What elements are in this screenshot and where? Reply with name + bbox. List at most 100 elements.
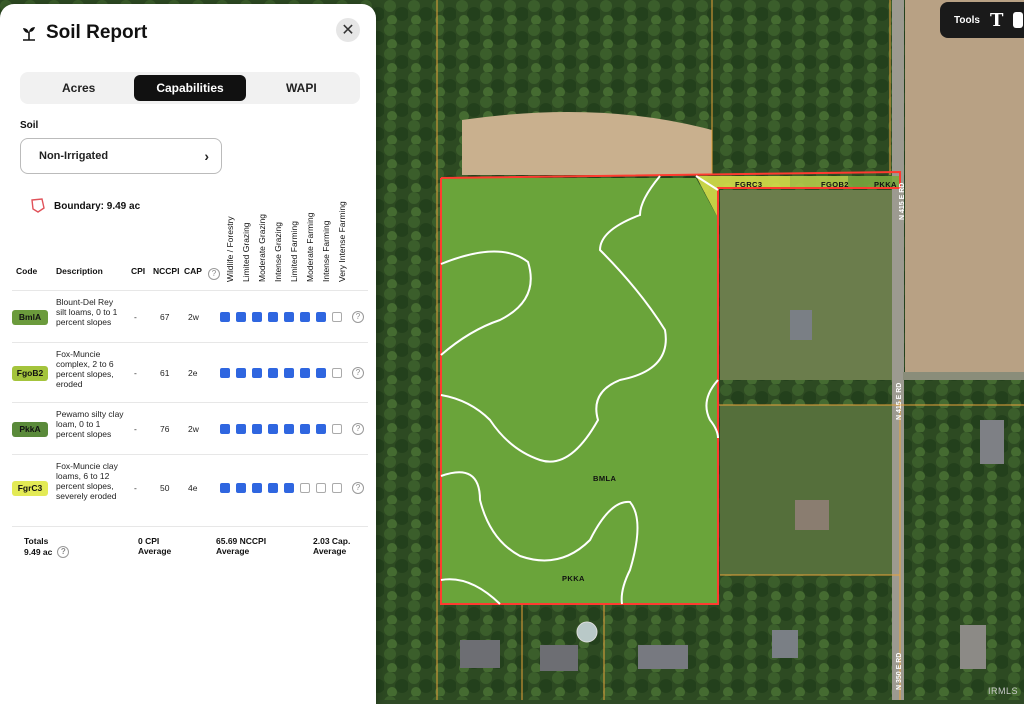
soil-description: Fox-Muncie complex, 2 to 6 percent slope… — [56, 349, 114, 389]
capability-box — [316, 368, 326, 378]
totals-label: Totals 9.49 ac ? — [24, 536, 70, 558]
house — [795, 500, 829, 530]
cell-cap: 4e — [188, 483, 198, 493]
totals-cap-sub: Average — [313, 546, 347, 556]
capability-header: Wildlife / Forestry — [225, 216, 235, 282]
capability-box — [316, 424, 326, 434]
capability-header: Intense Farming — [321, 220, 331, 282]
soil-code-badge: PkkA — [12, 422, 48, 437]
soil-select-value: Non-Irrigated — [39, 150, 109, 162]
col-nccpi: NCCPI — [153, 266, 180, 276]
cell-nccpi: 50 — [160, 483, 170, 493]
panel-header: Soil Report — [20, 22, 147, 44]
row-help-icon[interactable]: ? — [352, 423, 364, 435]
table-row[interactable]: FgoB2 Fox-Muncie complex, 2 to 6 percent … — [12, 342, 368, 403]
row-help-icon[interactable]: ? — [352, 482, 364, 494]
capability-box — [220, 312, 230, 322]
tools-toolbar: Tools T — [940, 2, 1024, 38]
capability-box — [268, 424, 278, 434]
soil-select[interactable]: Non-Irrigated › — [20, 138, 222, 174]
totals-cap: 2.03 Cap. Average — [313, 536, 350, 556]
capability-box — [268, 312, 278, 322]
house — [540, 645, 578, 671]
capability-box — [284, 424, 294, 434]
capability-box — [316, 483, 326, 493]
capability-box — [284, 483, 294, 493]
road-vertical — [892, 0, 904, 700]
totals-cpi: 0 CPI Average — [138, 536, 171, 556]
capability-header: Very Intense Farming — [337, 201, 347, 282]
sprout-icon — [23, 27, 35, 41]
close-button[interactable]: ✕ — [336, 18, 360, 42]
capability-box — [236, 368, 246, 378]
cell-cap: 2w — [188, 312, 199, 322]
row-help-icon[interactable]: ? — [352, 311, 364, 323]
capability-box — [300, 368, 310, 378]
cell-cpi: - — [134, 368, 137, 378]
table-row[interactable]: BmlA Blount-Del Rey silt loams, 0 to 1 pe… — [12, 290, 368, 343]
road-label: N 415 E RD — [899, 183, 906, 220]
totals-divider — [12, 526, 368, 528]
col-description: Description — [56, 266, 103, 276]
house — [790, 310, 812, 340]
road-label: N 350 E RD — [896, 653, 903, 690]
capability-box — [284, 368, 294, 378]
help-tool-icon[interactable] — [1013, 12, 1024, 28]
soil-description: Pewamo silty clay loam, 0 to 1 percent s… — [56, 409, 124, 439]
totals-nccpi-value: 65.69 NCCPI — [216, 536, 267, 546]
soil-code-badge: BmlA — [12, 310, 48, 325]
tab-wapi[interactable]: WAPI — [246, 75, 357, 101]
totals-cpi-value: 0 CPI — [138, 536, 160, 546]
map-label-fgrc3: FGRC3 — [735, 180, 762, 189]
boundary-icon — [31, 198, 45, 213]
boundary-text: Boundary: 9.49 ac — [54, 200, 141, 212]
house — [772, 630, 798, 658]
row-help-icon[interactable]: ? — [352, 367, 364, 379]
soil-description: Fox-Muncie clay loams, 6 to 12 percent s… — [56, 461, 118, 501]
cell-nccpi: 67 — [160, 312, 170, 322]
map-label-pkka-top: PKKA — [874, 180, 897, 189]
yard-area — [720, 190, 900, 380]
capability-box — [236, 483, 246, 493]
pool — [576, 621, 598, 643]
totals-cap-value: 2.03 Cap. — [313, 536, 351, 546]
cell-cap: 2w — [188, 424, 199, 434]
soil-report-panel: Soil Report ✕ Acres Capabilities WAPI So… — [0, 4, 376, 704]
capability-box — [220, 483, 230, 493]
col-code: Code — [16, 266, 38, 276]
cell-cap: 2e — [188, 368, 198, 378]
totals-help-icon[interactable]: ? — [57, 546, 70, 558]
totals-title: Totals — [24, 536, 49, 546]
chevron-right-icon: › — [204, 148, 209, 164]
tab-capabilities[interactable]: Capabilities — [134, 75, 246, 101]
capability-box — [252, 368, 262, 378]
table-row[interactable]: FgrC3 Fox-Muncie clay loams, 6 to 12 perc… — [12, 454, 368, 521]
capability-box — [268, 368, 278, 378]
map-label-fgob2: FGOB2 — [821, 180, 849, 189]
soil-label: Soil — [20, 120, 39, 131]
boundary-summary: Boundary: 9.49 ac — [30, 198, 140, 214]
totals-nccpi-sub: Average — [216, 546, 250, 556]
capability-box — [252, 312, 262, 322]
soil-description: Blount-Del Rey silt loams, 0 to 1 percen… — [56, 297, 118, 327]
yard-area-2 — [720, 405, 900, 575]
cell-nccpi: 61 — [160, 368, 170, 378]
bare-field-right — [905, 0, 1024, 372]
text-tool-icon[interactable]: T — [990, 10, 1003, 31]
capability-box — [332, 368, 342, 378]
cell-cpi: - — [134, 312, 137, 322]
capability-box — [236, 312, 246, 322]
soil-code-badge: FgoB2 — [12, 366, 48, 381]
field-boundary-fill[interactable] — [441, 178, 718, 604]
table-row[interactable]: PkkA Pewamo silty clay loam, 0 to 1 perce… — [12, 402, 368, 455]
road-label: N 415 E RD — [896, 383, 903, 420]
house — [980, 420, 1004, 464]
panel-title: Soil Report — [46, 22, 148, 43]
close-icon: ✕ — [341, 22, 355, 39]
tab-acres[interactable]: Acres — [23, 75, 134, 101]
cap-help-icon[interactable]: ? — [208, 268, 220, 280]
capability-box — [220, 368, 230, 378]
capability-box — [252, 424, 262, 434]
capability-box — [220, 424, 230, 434]
capability-header: Moderate Farming — [305, 212, 315, 282]
